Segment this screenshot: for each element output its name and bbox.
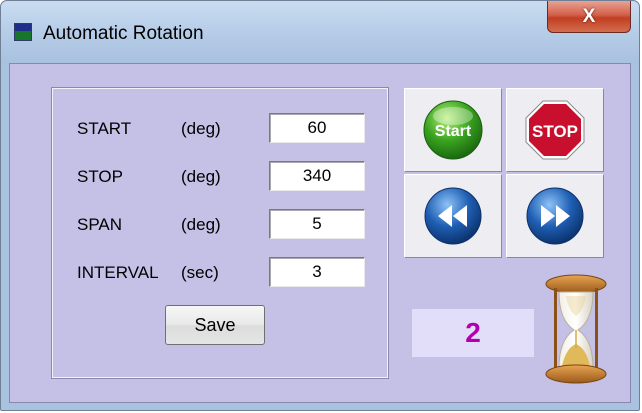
stop-label: STOP	[77, 167, 123, 186]
start-label: START	[77, 119, 132, 138]
start-icon: Start	[423, 100, 483, 160]
save-button[interactable]: Save	[165, 305, 265, 345]
start-field[interactable]: 60	[269, 113, 365, 143]
start-unit: (deg)	[181, 119, 221, 138]
window-title: Automatic Rotation	[43, 23, 204, 44]
fast-forward-button[interactable]	[506, 174, 604, 258]
fast-forward-icon	[526, 187, 584, 245]
iteration-counter: 2	[412, 309, 534, 357]
app-icon	[14, 23, 32, 41]
interval-field[interactable]: 3	[269, 257, 365, 287]
close-button[interactable]: X	[547, 1, 631, 33]
stop-button[interactable]: STOP	[506, 88, 604, 172]
client-area: START (deg) 60 STOP (deg) 340 SPAN (deg)…	[9, 63, 631, 403]
rewind-icon	[424, 187, 482, 245]
settings-group: START (deg) 60 STOP (deg) 340 SPAN (deg)…	[51, 87, 389, 379]
interval-unit: (sec)	[181, 263, 219, 282]
stop-icon-text: STOP	[532, 122, 578, 141]
interval-label: INTERVAL	[77, 263, 159, 282]
start-button[interactable]: Start	[404, 88, 502, 172]
stop-sign-icon: STOP	[525, 100, 585, 160]
title-bar[interactable]: Automatic Rotation X	[1, 1, 639, 63]
hourglass-icon	[545, 274, 607, 384]
span-field[interactable]: 5	[269, 209, 365, 239]
start-icon-text: Start	[435, 123, 472, 140]
stop-unit: (deg)	[181, 167, 221, 186]
automatic-rotation-window: Automatic Rotation X START (deg) 60 STOP…	[0, 0, 640, 411]
stop-field[interactable]: 340	[269, 161, 365, 191]
span-unit: (deg)	[181, 215, 221, 234]
rewind-button[interactable]	[404, 174, 502, 258]
span-label: SPAN	[77, 215, 123, 234]
